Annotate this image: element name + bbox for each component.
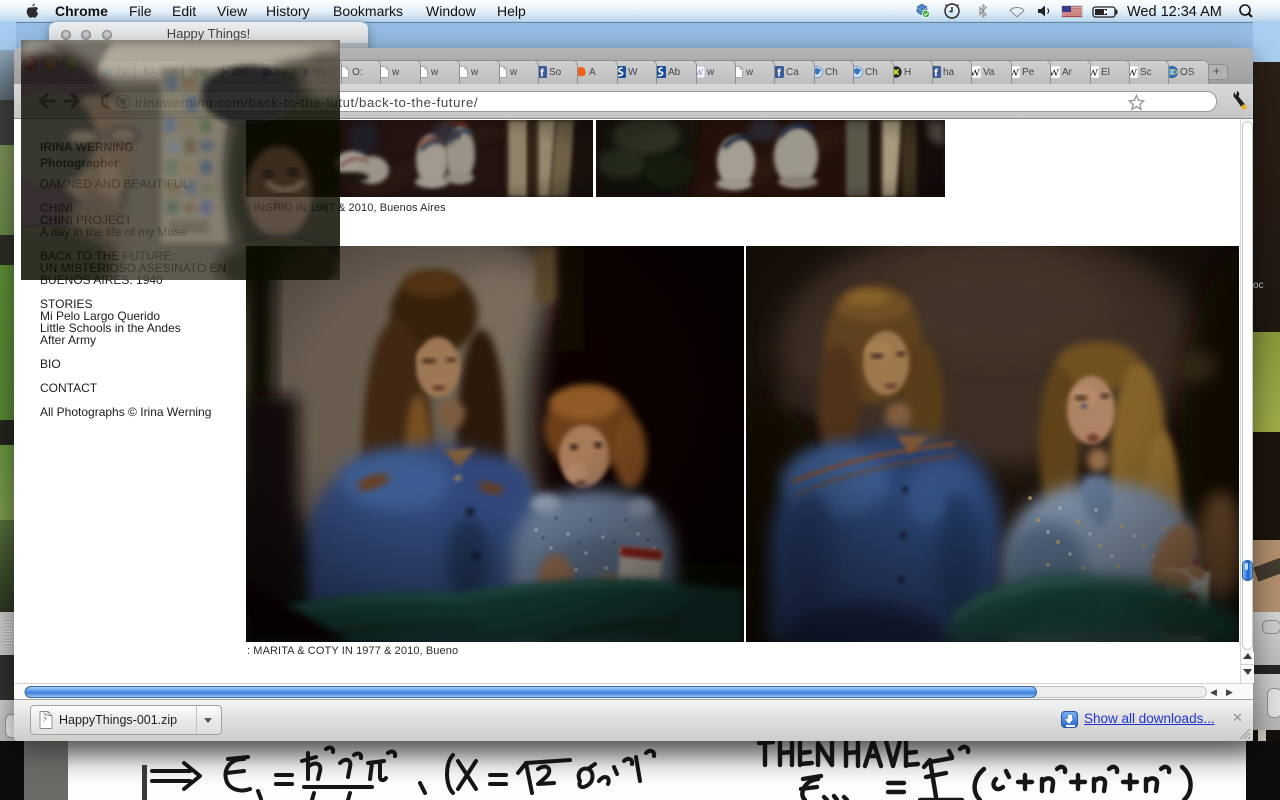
svg-text:f: f [540, 68, 544, 79]
svg-text:Wed 12:34 AM: Wed 12:34 AM [1127, 4, 1222, 20]
svg-text:f: f [934, 68, 938, 79]
svg-text:f: f [777, 68, 781, 79]
